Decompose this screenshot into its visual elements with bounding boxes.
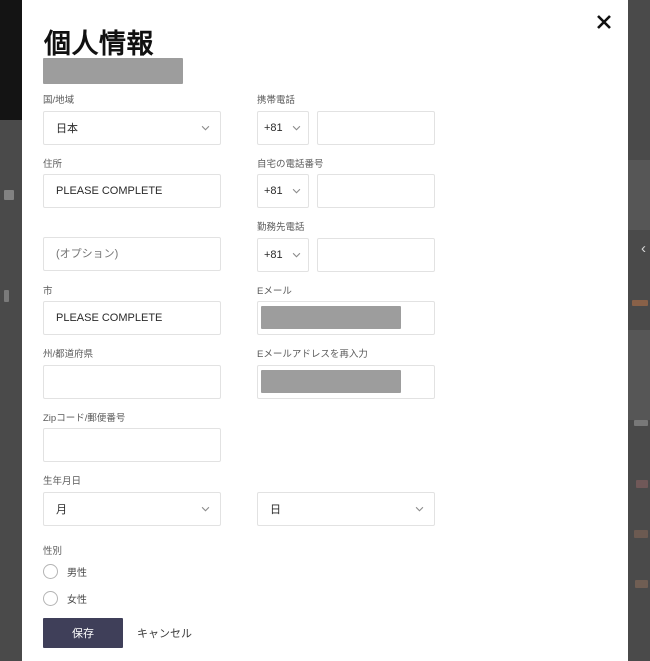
country-select-value: 日本 [56,122,78,135]
email-input-wrapper [257,301,435,335]
email-redaction-bar [261,306,401,329]
gender-option-female-label: 女性 [67,594,87,606]
birth-day-value: 日 [270,503,281,516]
backdrop-chevron-left-icon: ‹ [641,240,646,257]
form-row-zip: Zipコード/郵便番号 [43,412,443,462]
field-label-state: 州/都道府県 [43,349,94,360]
form-row-address-homephone: 住所 自宅の電話番号 +81 [43,158,443,208]
form-row-address2-workphone: 勤務先電話 +81 [43,223,443,272]
field-gender: 性別 男性 女性 [43,543,443,606]
personal-info-form: 国/地域 日本 携帯電話 +81 住所 PLEASE COMPLETE 自宅の電… [43,96,443,648]
home-phone-code-value: +81 [264,185,283,197]
field-label-email-confirm: Eメールアドレスを再入力 [257,349,368,360]
state-input[interactable] [43,364,221,399]
city-input[interactable] [43,301,221,335]
field-state: 州/都道府県 [43,350,221,399]
gender-option-female[interactable]: 女性 [43,590,443,606]
address-line1-input[interactable] [43,174,221,208]
field-city: 市 [43,285,221,335]
cancel-button[interactable]: キャンセル [137,625,192,641]
chevron-down-icon [292,188,301,194]
zip-input[interactable] [43,428,221,462]
backdrop-smudge-7 [4,290,9,302]
backdrop-smudge-1 [632,300,648,306]
form-row-country-mobile: 国/地域 日本 携帯電話 +81 [43,96,443,145]
field-label-gender: 性別 [43,545,63,557]
birth-month-select[interactable]: 月 [43,491,221,526]
gender-option-male[interactable]: 男性 [43,563,443,579]
mobile-phone-code-value: +81 [264,121,283,134]
work-phone-country-code-select[interactable]: +81 [257,237,309,272]
close-icon [595,13,613,31]
field-zip: Zipコード/郵便番号 [43,412,221,462]
field-label-address: 住所 [43,158,63,170]
backdrop-right-block-1 [628,160,650,230]
backdrop-right-block-2 [628,330,650,420]
field-work-phone: 勤務先電話 +81 [257,223,435,272]
mobile-phone-group: +81 [257,110,435,145]
field-label-mobile-phone: 携帯電話 [257,95,296,106]
chevron-down-icon [292,252,301,258]
home-phone-country-code-select[interactable]: +81 [257,174,309,208]
field-address-line1: 住所 [43,158,221,208]
field-label-home-phone: 自宅の電話番号 [257,158,324,170]
field-label-work-phone: 勤務先電話 [257,222,305,233]
field-label-email: Eメール [257,285,292,297]
field-country: 国/地域 日本 [43,96,221,145]
backdrop-smudge-2 [634,420,648,426]
page-title: 個人情報 [44,29,154,59]
country-select[interactable]: 日本 [43,110,221,145]
field-label-birthdate: 生年月日 [43,476,82,487]
backdrop-left-banner [0,0,24,120]
backdrop-smudge-3 [636,480,648,488]
save-button[interactable]: 保存 [43,617,123,648]
radio-icon [43,563,58,579]
work-phone-code-value: +81 [264,248,283,261]
gender-option-male-label: 男性 [67,567,87,579]
mobile-phone-country-code-select[interactable]: +81 [257,110,309,145]
birth-month-value: 月 [56,503,67,516]
work-phone-group: +81 [257,237,435,272]
radio-icon [43,590,58,606]
field-label-country: 国/地域 [43,95,75,106]
birth-day-select[interactable]: 日 [257,491,435,526]
form-row-state-emailconfirm: 州/都道府県 Eメールアドレスを再入力 [43,350,443,399]
field-label-zip: Zipコード/郵便番号 [43,412,126,424]
backdrop-smudge-6 [4,190,14,200]
chevron-down-icon [201,506,210,512]
field-address-line2 [43,223,221,272]
field-label-city: 市 [43,285,53,297]
field-label-address2 [43,223,221,232]
field-email-confirm: Eメールアドレスを再入力 [257,350,435,399]
personal-info-modal: 個人情報 国/地域 日本 携帯電話 +81 住所 PLEASE COMPLETE… [22,0,628,661]
field-mobile-phone: 携帯電話 +81 [257,96,435,145]
email-confirm-input-wrapper [257,364,435,399]
form-footer: 保存 キャンセル [43,617,443,648]
home-phone-group: +81 [257,174,435,208]
backdrop-smudge-4 [634,530,648,538]
home-phone-input[interactable] [317,174,435,208]
close-button[interactable] [589,7,619,37]
backdrop-smudge-5 [635,580,648,588]
chevron-down-icon [292,125,301,131]
email-confirm-redaction-bar [261,369,401,393]
work-phone-input[interactable] [317,237,435,272]
field-birthdate: 生年月日 月 日 [43,477,443,526]
chevron-down-icon [201,125,210,131]
field-email: Eメール [257,285,435,335]
mobile-phone-input[interactable] [317,110,435,145]
subtitle-redaction-bar [43,58,183,84]
address-line2-input[interactable] [43,237,221,271]
birthdate-selects: 月 日 [43,491,443,526]
field-home-phone: 自宅の電話番号 +81 [257,158,435,208]
form-row-city-email: 市 Eメール [43,285,443,335]
chevron-down-icon [415,506,424,512]
